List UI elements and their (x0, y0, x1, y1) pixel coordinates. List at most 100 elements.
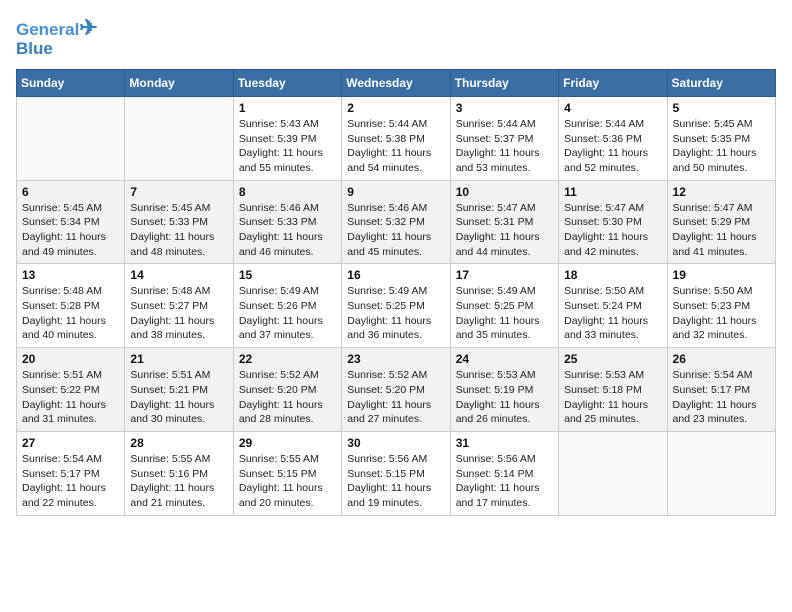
calendar-cell: 27 Sunrise: 5:54 AMSunset: 5:17 PMDayligh… (17, 431, 125, 515)
calendar-cell: 17 Sunrise: 5:49 AMSunset: 5:25 PMDayligh… (450, 264, 558, 348)
calendar-week-3: 13 Sunrise: 5:48 AMSunset: 5:28 PMDayligh… (17, 264, 776, 348)
day-number: 14 (130, 268, 227, 282)
day-info: Sunrise: 5:43 AMSunset: 5:39 PMDaylight:… (239, 117, 336, 176)
day-info: Sunrise: 5:56 AMSunset: 5:15 PMDaylight:… (347, 452, 444, 511)
weekday-header-saturday: Saturday (667, 69, 775, 96)
day-info: Sunrise: 5:46 AMSunset: 5:32 PMDaylight:… (347, 201, 444, 260)
day-number: 21 (130, 352, 227, 366)
day-info: Sunrise: 5:49 AMSunset: 5:25 PMDaylight:… (347, 284, 444, 343)
day-number: 18 (564, 268, 661, 282)
day-info: Sunrise: 5:51 AMSunset: 5:21 PMDaylight:… (130, 368, 227, 427)
day-info: Sunrise: 5:49 AMSunset: 5:26 PMDaylight:… (239, 284, 336, 343)
calendar-cell: 14Sunrise: 5:48 AMSunset: 5:27 PMDayligh… (125, 264, 233, 348)
day-number: 29 (239, 436, 336, 450)
day-info: Sunrise: 5:47 AMSunset: 5:29 PMDaylight:… (673, 201, 770, 260)
day-info: Sunrise: 5:55 AMSunset: 5:15 PMDaylight:… (239, 452, 336, 511)
calendar-cell: 10Sunrise: 5:47 AMSunset: 5:31 PMDayligh… (450, 180, 558, 264)
day-number: 8 (239, 185, 336, 199)
day-number: 30 (347, 436, 444, 450)
calendar-week-1: 1Sunrise: 5:43 AMSunset: 5:39 PMDaylight… (17, 96, 776, 180)
calendar-cell: 22Sunrise: 5:52 AMSunset: 5:20 PMDayligh… (233, 348, 341, 432)
day-number: 12 (673, 185, 770, 199)
weekday-header-tuesday: Tuesday (233, 69, 341, 96)
header: General✈ Blue (16, 16, 776, 59)
day-number: 28 (130, 436, 227, 450)
day-number: 17 (456, 268, 553, 282)
day-info: Sunrise: 5:52 AMSunset: 5:20 PMDaylight:… (347, 368, 444, 427)
day-number: 3 (456, 101, 553, 115)
day-number: 19 (673, 268, 770, 282)
logo-general: General (16, 20, 79, 39)
day-number: 7 (130, 185, 227, 199)
day-number: 9 (347, 185, 444, 199)
day-number: 20 (22, 352, 119, 366)
day-number: 31 (456, 436, 553, 450)
calendar-cell: 15 Sunrise: 5:49 AMSunset: 5:26 PMDayligh… (233, 264, 341, 348)
calendar-cell: 6Sunrise: 5:45 AMSunset: 5:34 PMDaylight… (17, 180, 125, 264)
day-info: Sunrise: 5:48 AMSunset: 5:28 PMDaylight:… (22, 284, 119, 343)
logo-line1: General✈ (16, 16, 98, 40)
calendar-cell: 4Sunrise: 5:44 AMSunset: 5:36 PMDaylight… (559, 96, 667, 180)
logo-line2: Blue (16, 40, 98, 59)
day-number: 24 (456, 352, 553, 366)
calendar-cell: 13 Sunrise: 5:48 AMSunset: 5:28 PMDayligh… (17, 264, 125, 348)
day-info: Sunrise: 5:50 AMSunset: 5:24 PMDaylight:… (564, 284, 661, 343)
calendar-cell: 5Sunrise: 5:45 AMSunset: 5:35 PMDaylight… (667, 96, 775, 180)
weekday-header-friday: Friday (559, 69, 667, 96)
weekday-header-monday: Monday (125, 69, 233, 96)
logo: General✈ Blue (16, 16, 98, 59)
day-info: Sunrise: 5:49 AMSunset: 5:25 PMDaylight:… (456, 284, 553, 343)
calendar-cell: 23 Sunrise: 5:52 AMSunset: 5:20 PMDayligh… (342, 348, 450, 432)
calendar-week-2: 6Sunrise: 5:45 AMSunset: 5:34 PMDaylight… (17, 180, 776, 264)
calendar-cell: 3 Sunrise: 5:44 AMSunset: 5:37 PMDaylight… (450, 96, 558, 180)
day-info: Sunrise: 5:51 AMSunset: 5:22 PMDaylight:… (22, 368, 119, 427)
day-info: Sunrise: 5:53 AMSunset: 5:18 PMDaylight:… (564, 368, 661, 427)
calendar-cell: 25 Sunrise: 5:53 AMSunset: 5:18 PMDayligh… (559, 348, 667, 432)
calendar-cell: 9 Sunrise: 5:46 AMSunset: 5:32 PMDaylight… (342, 180, 450, 264)
day-info: Sunrise: 5:45 AMSunset: 5:33 PMDaylight:… (130, 201, 227, 260)
day-info: Sunrise: 5:50 AMSunset: 5:23 PMDaylight:… (673, 284, 770, 343)
day-info: Sunrise: 5:54 AMSunset: 5:17 PMDaylight:… (22, 452, 119, 511)
calendar-cell: 18 Sunrise: 5:50 AMSunset: 5:24 PMDayligh… (559, 264, 667, 348)
calendar-cell: 21 Sunrise: 5:51 AMSunset: 5:21 PMDayligh… (125, 348, 233, 432)
day-number: 16 (347, 268, 444, 282)
calendar-body: 1Sunrise: 5:43 AMSunset: 5:39 PMDaylight… (17, 96, 776, 515)
calendar-header-row: SundayMondayTuesdayWednesdayThursdayFrid… (17, 69, 776, 96)
calendar-week-5: 27 Sunrise: 5:54 AMSunset: 5:17 PMDayligh… (17, 431, 776, 515)
weekday-header-sunday: Sunday (17, 69, 125, 96)
calendar-cell: 24 Sunrise: 5:53 AMSunset: 5:19 PMDayligh… (450, 348, 558, 432)
day-number: 11 (564, 185, 661, 199)
calendar-cell (17, 96, 125, 180)
calendar-cell (667, 431, 775, 515)
day-number: 15 (239, 268, 336, 282)
day-info: Sunrise: 5:44 AMSunset: 5:37 PMDaylight:… (456, 117, 553, 176)
day-number: 22 (239, 352, 336, 366)
calendar-cell: 16 Sunrise: 5:49 AMSunset: 5:25 PMDayligh… (342, 264, 450, 348)
weekday-header-wednesday: Wednesday (342, 69, 450, 96)
calendar-cell: 7 Sunrise: 5:45 AMSunset: 5:33 PMDaylight… (125, 180, 233, 264)
calendar-cell: 28 Sunrise: 5:55 AMSunset: 5:16 PMDayligh… (125, 431, 233, 515)
calendar-cell: 29 Sunrise: 5:55 AMSunset: 5:15 PMDayligh… (233, 431, 341, 515)
day-number: 23 (347, 352, 444, 366)
day-info: Sunrise: 5:44 AMSunset: 5:36 PMDaylight:… (564, 117, 661, 176)
day-number: 27 (22, 436, 119, 450)
calendar-cell: 2 Sunrise: 5:44 AMSunset: 5:38 PMDaylight… (342, 96, 450, 180)
day-number: 13 (22, 268, 119, 282)
calendar-cell: 20 Sunrise: 5:51 AMSunset: 5:22 PMDayligh… (17, 348, 125, 432)
day-info: Sunrise: 5:54 AMSunset: 5:17 PMDaylight:… (673, 368, 770, 427)
day-number: 2 (347, 101, 444, 115)
day-info: Sunrise: 5:55 AMSunset: 5:16 PMDaylight:… (130, 452, 227, 511)
weekday-header-thursday: Thursday (450, 69, 558, 96)
day-number: 25 (564, 352, 661, 366)
calendar-cell: 30 Sunrise: 5:56 AMSunset: 5:15 PMDayligh… (342, 431, 450, 515)
calendar-cell (559, 431, 667, 515)
calendar-cell: 26Sunrise: 5:54 AMSunset: 5:17 PMDayligh… (667, 348, 775, 432)
logo-bird-icon: ✈ (79, 15, 97, 40)
day-info: Sunrise: 5:44 AMSunset: 5:38 PMDaylight:… (347, 117, 444, 176)
calendar-week-4: 20 Sunrise: 5:51 AMSunset: 5:22 PMDayligh… (17, 348, 776, 432)
day-info: Sunrise: 5:47 AMSunset: 5:30 PMDaylight:… (564, 201, 661, 260)
calendar-cell (125, 96, 233, 180)
day-info: Sunrise: 5:53 AMSunset: 5:19 PMDaylight:… (456, 368, 553, 427)
calendar-cell: 31 Sunrise: 5:56 AMSunset: 5:14 PMDayligh… (450, 431, 558, 515)
day-info: Sunrise: 5:56 AMSunset: 5:14 PMDaylight:… (456, 452, 553, 511)
